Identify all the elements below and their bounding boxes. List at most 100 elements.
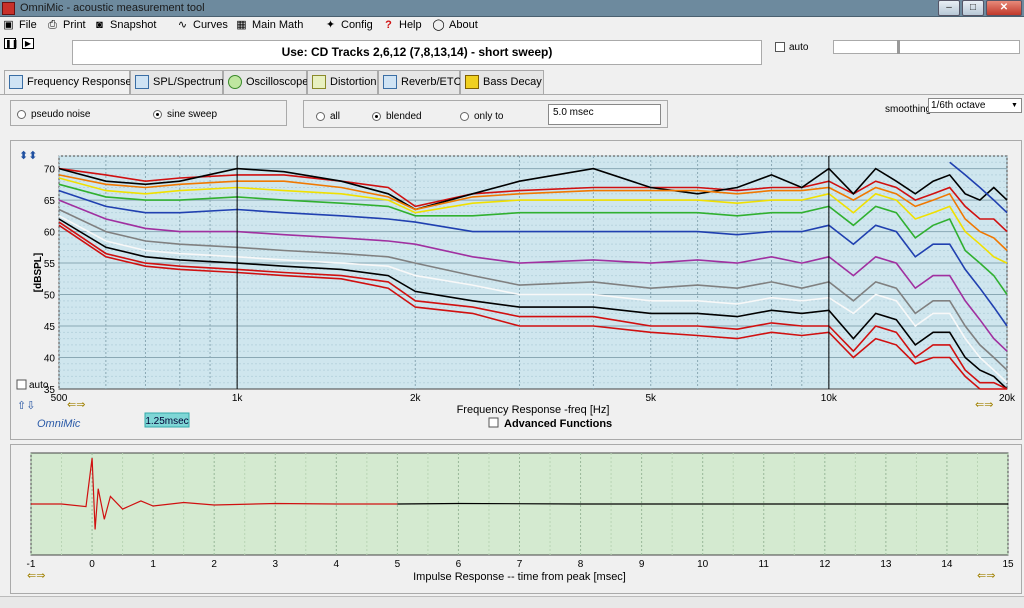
advanced-functions-checkbox[interactable]: [488, 417, 499, 428]
y-axis-label: [dBSPL]: [33, 253, 44, 292]
y-tick-label: 50: [44, 291, 56, 302]
radio-all-dot[interactable]: [316, 111, 325, 121]
smoothing-select[interactable]: 1/6th octave ▼: [928, 98, 1022, 113]
frequency-response-chart[interactable]: 7065605550454035500 1k 2k 5k 10k 20k[dBSPL]Fr…: [11, 141, 1023, 441]
calculator-icon: ▦: [236, 19, 247, 31]
auto-checkbox-top[interactable]: auto: [775, 42, 808, 53]
menu-curves[interactable]: ∿ Curves: [176, 18, 228, 33]
radio-pseudo-noise-dot[interactable]: [17, 109, 26, 119]
pan-left-right-icon[interactable]: ⇐⇒: [67, 399, 85, 411]
x-tick-label: 2k: [410, 393, 422, 404]
ir-x-tick-label: -1: [27, 559, 36, 570]
ir-x-tick-label: 11: [759, 559, 770, 570]
ir-x-tick-label: 2: [211, 559, 217, 570]
radio-pseudo-noise[interactable]: pseudo noise: [17, 109, 91, 120]
play-button[interactable]: ▶: [22, 38, 34, 49]
radio-sine-sweep[interactable]: sine sweep: [153, 109, 217, 120]
menu-about[interactable]: ◯ About: [432, 18, 477, 33]
radio-blended[interactable]: blended: [372, 111, 422, 122]
speech-icon: ◯: [432, 19, 445, 31]
radio-all[interactable]: all: [316, 111, 340, 122]
impulse-response-panel: -1 0 1 2 3 4 5 6 7 8 9 10 11 12 13 14 15 Impulse Response…: [10, 444, 1022, 594]
plot-area: [58, 155, 1008, 390]
y-tick-label: 70: [44, 165, 56, 176]
x-tick-label: 1k: [232, 393, 244, 404]
smoothing-label: smoothing: [885, 104, 932, 115]
ir-x-tick-label: 14: [941, 559, 953, 570]
y-tick-label: 65: [44, 196, 56, 207]
tab-spl-spectrum[interactable]: SPL/Spectrum: [130, 70, 224, 94]
tab-divider: [0, 94, 1024, 95]
pan-right-icon[interactable]: ⇐⇒: [975, 399, 993, 411]
x-tick-label: 20k: [999, 393, 1016, 404]
zoom-y-icon[interactable]: ⬍⬍: [19, 150, 37, 162]
auto-label: auto: [29, 380, 49, 391]
advanced-functions-label: Advanced Functions: [504, 418, 612, 430]
printer-icon: ⎙: [48, 19, 57, 31]
impulse-response-chart[interactable]: -1 0 1 2 3 4 5 6 7 8 9 10 11 12 13 14 15Impulse Response…: [11, 445, 1023, 595]
auto-checkbox[interactable]: [16, 379, 27, 390]
level-slider-thumb[interactable]: [897, 40, 900, 54]
ir-x-tick-label: 1: [150, 559, 156, 570]
close-button[interactable]: ✕: [986, 0, 1022, 16]
camera-icon: ◙: [96, 19, 103, 31]
reverb-icon: [383, 75, 397, 90]
ir-x-axis-label: Impulse Response -- time from peak [msec…: [413, 571, 626, 583]
menu-config[interactable]: ✦ Config: [324, 18, 373, 33]
x-tick-label: 10k: [821, 393, 838, 404]
bass-decay-icon: [465, 75, 479, 90]
level-slider[interactable]: [833, 40, 1020, 54]
floppy-icon: ▣: [3, 19, 14, 31]
menu-file[interactable]: ▣ File: [2, 18, 36, 33]
tab-reverb-etc[interactable]: Reverb/ETC: [378, 70, 462, 94]
x-axis-label: Frequency Response -freq [Hz]: [457, 404, 610, 416]
tab-distortion[interactable]: Distortion: [307, 70, 378, 94]
minimize-button[interactable]: –: [938, 0, 960, 16]
distortion-icon: [312, 75, 326, 90]
curves-icon: ∿: [177, 19, 188, 31]
ir-x-tick-label: 0: [89, 559, 95, 570]
ir-x-tick-label: 4: [334, 559, 340, 570]
menu-print[interactable]: ⎙ Print: [46, 18, 86, 33]
oscilloscope-icon: [228, 75, 242, 90]
tab-bass-decay[interactable]: Bass Decay: [460, 70, 544, 94]
scroll-up-down-icon[interactable]: ⇧⇩: [17, 400, 35, 412]
menu-snapshot[interactable]: ◙ Snapshot: [93, 18, 156, 33]
radio-only-to-dot[interactable]: [460, 111, 469, 121]
ir-pan-left-icon[interactable]: ⇐⇒: [27, 570, 45, 582]
ir-x-tick-label: 10: [697, 559, 709, 570]
y-tick-label: 60: [44, 228, 56, 239]
ir-x-tick-label: 13: [880, 559, 892, 570]
pause-button[interactable]: ❚❚: [4, 38, 18, 49]
window-title: OmniMic - acoustic measurement tool: [20, 2, 205, 14]
tab-oscilloscope[interactable]: Oscilloscope: [223, 70, 308, 94]
tab-frequency-response[interactable]: Frequency Response: [4, 70, 132, 95]
menu-help[interactable]: ? Help: [382, 18, 422, 33]
radio-blended-dot[interactable]: [372, 111, 381, 121]
ir-x-tick-label: 6: [456, 559, 462, 570]
x-tick-label: 500: [51, 393, 68, 404]
menu-main-math[interactable]: ▦ Main Math: [235, 18, 303, 33]
y-tick-label: 45: [44, 322, 56, 333]
wrench-icon: ✦: [325, 19, 336, 31]
maximize-button[interactable]: □: [962, 0, 984, 16]
frequency-response-icon: [9, 75, 23, 90]
title-bar: OmniMic - acoustic measurement tool – □ …: [0, 0, 1024, 17]
gate-time-input[interactable]: 5.0 msec: [548, 104, 661, 125]
ir-pan-right-icon[interactable]: ⇐⇒: [977, 570, 995, 582]
app-icon: [2, 2, 15, 15]
ir-x-tick-label: 3: [272, 559, 278, 570]
x-tick-label: 5k: [645, 393, 657, 404]
radio-sine-sweep-dot[interactable]: [153, 109, 162, 119]
radio-only-to[interactable]: only to: [460, 111, 503, 122]
status-bar: [0, 596, 1024, 608]
ir-x-tick-label: 8: [578, 559, 584, 570]
frequency-response-panel: 70 65 60 55 50 45 40 35 500 1k 2k 5k 10k 20k [dBSPL] Fr…: [10, 140, 1022, 440]
y-tick-label: 55: [44, 259, 56, 270]
auto-top-box[interactable]: [775, 42, 785, 53]
ir-x-tick-label: 12: [819, 559, 831, 570]
y-tick-label: 40: [44, 354, 56, 365]
chevron-down-icon[interactable]: ▼: [1009, 100, 1020, 111]
ir-x-tick-label: 15: [1002, 559, 1014, 570]
spl-spectrum-icon: [135, 75, 149, 90]
